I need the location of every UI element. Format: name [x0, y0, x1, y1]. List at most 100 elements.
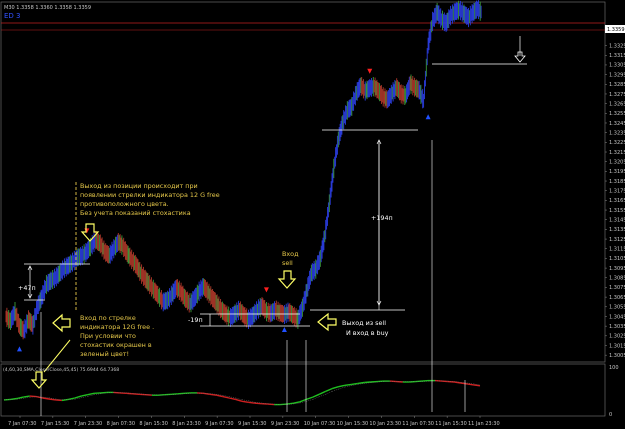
y-tick-label: 1.3295: [609, 72, 625, 78]
stoch-signal-segment: [338, 386, 345, 390]
stoch-signal-segment: [81, 396, 88, 398]
y-tick-label: 1.3275: [609, 92, 625, 98]
stoch-segment: [203, 392, 210, 395]
stoch-segment: [241, 400, 249, 403]
stoch-segment: [87, 392, 95, 396]
svg-text:Выход из позиции происходит пр: Выход из позиции происходит при: [80, 182, 198, 190]
y-tick-label: 1.3005: [609, 353, 625, 359]
sell-signal-arrow: [367, 68, 373, 74]
entry-left-arrow-icon: [52, 313, 71, 333]
y-tick-label: 1.3025: [609, 334, 625, 340]
x-tick-label: 8 Jan 07:30: [107, 421, 135, 427]
svg-text:появлении стрелки индикатора 1: появлении стрелки индикатора 12 G free: [80, 191, 220, 199]
y-tick-label: 1.3195: [609, 169, 625, 175]
stoch-y-tick: 100: [609, 365, 619, 371]
stoch-segment: [171, 393, 178, 395]
current-price-label: 1.3359: [607, 27, 625, 33]
svg-text:sell: sell: [282, 259, 293, 267]
buy-signal-arrow: [425, 114, 431, 120]
stoch-segment: [299, 398, 307, 403]
stoch-title: (4,60,30,SMA,Close/Close,45,45) 75.6944 …: [3, 367, 119, 373]
stoch-segment: [325, 387, 333, 393]
svg-text:При условии что: При условии что: [80, 332, 136, 340]
y-tick-label: 1.3185: [609, 179, 625, 185]
label-plus47: +47п: [18, 284, 36, 292]
indicator-header: ED 3: [4, 12, 21, 20]
stoch-segment: [29, 395, 37, 398]
stoch-segment: [466, 383, 474, 386]
y-tick-label: 1.3105: [609, 256, 625, 262]
stoch-y-tick: 0: [609, 412, 612, 418]
stoch-segment: [377, 380, 384, 383]
stoch-segment: [16, 396, 24, 400]
x-tick-label: 10 Jan 15:30: [337, 421, 369, 427]
y-tick-label: 1.3305: [609, 63, 625, 69]
y-tick-label: 1.3175: [609, 189, 625, 195]
x-tick-label: 8 Jan 15:30: [139, 421, 167, 427]
label-plus194: +194п: [371, 214, 393, 222]
x-tick-label: 9 Jan 07:30: [205, 421, 233, 427]
stoch-segment: [132, 393, 140, 395]
stoch-segment: [42, 397, 50, 400]
chart-canvas[interactable]: M30 1.3358 1.3360 1.3358 1.3359 ED 3 1.3…: [0, 0, 625, 429]
stoch-signal-segment: [241, 399, 249, 401]
y-tick-label: 1.3265: [609, 101, 625, 107]
chart-window[interactable]: M30 1.3358 1.3360 1.3358 1.3359 ED 3 1.3…: [0, 0, 625, 429]
y-tick-label: 1.3155: [609, 208, 625, 214]
stoch-segment: [222, 395, 230, 399]
y-tick-label: 1.3205: [609, 159, 625, 165]
x-tick-label: 11 Jan 23:30: [468, 421, 500, 427]
measure-arrows: [27, 139, 382, 326]
y-tick-label: 1.3315: [609, 53, 625, 59]
stoch-segment: [55, 399, 62, 402]
x-tick-label: 7 Jan 15:30: [41, 421, 69, 427]
buy-signal-arrow: [281, 327, 287, 333]
stoch-segment: [74, 395, 82, 399]
stoch-segment: [68, 397, 75, 401]
y-tick-label: 1.3255: [609, 111, 625, 117]
y-tick-label: 1.3215: [609, 150, 625, 156]
y-tick-label: 1.3225: [609, 140, 625, 146]
stoch-segment: [473, 384, 481, 387]
y-tick-label: 1.3055: [609, 305, 625, 311]
stoch-segment: [10, 397, 17, 401]
y-tick-label: 1.3015: [609, 343, 625, 349]
stoch-segment: [235, 398, 243, 402]
exit-sell-left-arrow-icon: [317, 312, 337, 332]
x-tick-label: 10 Jan 23:30: [369, 421, 401, 427]
label-minus19: -19п: [188, 316, 203, 324]
annotation-vhod-sell: Вход sell: [282, 250, 299, 267]
y-tick-label: 1.3165: [609, 198, 625, 204]
x-tick-label: 7 Jan 23:30: [74, 421, 102, 427]
sell-signal-arrow: [263, 287, 269, 293]
svg-text:Без учета показаний стохастика: Без учета показаний стохастика: [80, 209, 191, 217]
svg-text:стохастик окрашен в: стохастик окрашен в: [80, 341, 152, 349]
stoch-segment: [286, 402, 294, 405]
stoch-segment: [357, 381, 365, 385]
x-tick-label: 10 Jan 07:30: [304, 421, 336, 427]
svg-text:Вход: Вход: [282, 250, 299, 258]
stoch-segment: [48, 398, 56, 401]
y-tick-label: 1.3085: [609, 276, 625, 282]
svg-text:противоположного цвета.: противоположного цвета.: [80, 200, 169, 208]
stoch-segment: [338, 384, 346, 388]
price-bars: [5, 0, 482, 340]
stoch-signal-segment: [325, 391, 333, 395]
y-tick-label: 1.3325: [609, 43, 625, 49]
sell-down-arrow-icon: [277, 270, 297, 289]
stoch-segment: [126, 392, 133, 395]
y-tick-label: 1.3285: [609, 82, 625, 88]
stoch-segment: [81, 394, 88, 397]
annotation-exit: Выход из позиции происходит при появлени…: [80, 182, 220, 217]
stoch-segment: [100, 391, 107, 394]
stoch-segment: [306, 396, 314, 401]
svg-text:зеленый цвет!: зеленый цвет!: [80, 350, 129, 358]
y-tick-label: 1.3045: [609, 314, 625, 320]
stoch-segment: [351, 382, 358, 386]
stoch-segment: [177, 392, 185, 395]
stoch-segment: [312, 393, 320, 398]
stochastic-line: [3, 379, 481, 406]
stoch-segment: [344, 383, 352, 386]
stoch-signal-segment: [332, 388, 339, 392]
stoch-segment: [454, 381, 461, 384]
